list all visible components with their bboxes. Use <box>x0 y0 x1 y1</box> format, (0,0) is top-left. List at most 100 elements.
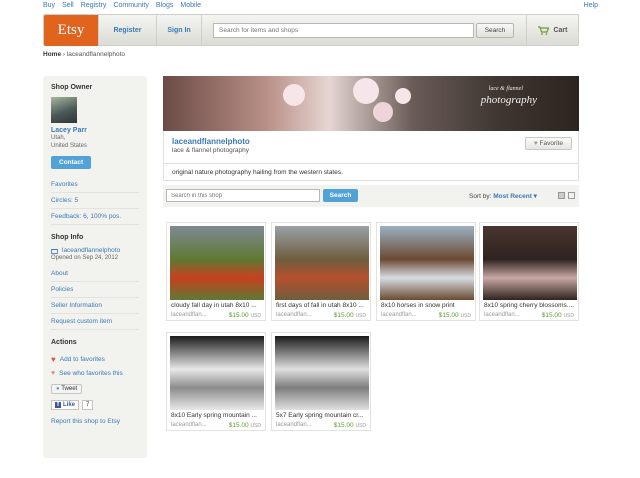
cart-button[interactable]: Cart <box>526 15 579 46</box>
policies-link[interactable]: Policies <box>51 282 139 298</box>
seller-info-link[interactable]: Seller Information <box>51 298 139 314</box>
report-shop-link[interactable]: Report this shop to Etsy <box>51 414 139 429</box>
shop-opened-date: Opened on Sep 24, 2012 <box>51 255 119 261</box>
see-who-favorites[interactable]: ♥ See who favorites this <box>51 367 139 380</box>
sort-value[interactable]: Most Recent ▾ <box>493 193 537 200</box>
like-label: Like <box>63 402 76 408</box>
listing-card[interactable]: 8x10 Early spring mountain ... laceandfl… <box>166 332 266 431</box>
like-button[interactable]: f Like <box>51 400 80 410</box>
listing-card[interactable]: 8x10 spring cherry blossoms.... laceandf… <box>479 222 579 321</box>
contact-button[interactable]: Contact <box>51 156 92 169</box>
shop-search-input[interactable] <box>166 189 320 202</box>
sort-control[interactable]: Sort by: Most Recent ▾ <box>469 192 537 200</box>
listing-thumbnail[interactable] <box>275 336 369 410</box>
shop-search-button[interactable]: Search <box>323 189 358 202</box>
bird-icon: ● <box>56 386 60 392</box>
listing-price: $15.00 USD <box>439 312 471 319</box>
favorite-label: Favorite <box>539 140 563 147</box>
listing-thumbnail[interactable] <box>275 226 369 300</box>
listing-shop[interactable]: laceandflan... <box>276 312 312 318</box>
listing-title[interactable]: first days of fall in utah 8x10 ... <box>276 302 368 309</box>
listing-price-value: $15.00 <box>333 312 354 319</box>
blossom-shape <box>353 78 379 104</box>
nav-community[interactable]: Community <box>113 2 148 9</box>
listing-thumbnail[interactable] <box>380 226 474 300</box>
shop-banner: lace & flannel photography <box>163 76 579 131</box>
listing-card[interactable]: first days of fall in utah 8x10 ... lace… <box>271 222 371 321</box>
shop-owner-heading: Shop Owner <box>51 84 93 91</box>
listing-title[interactable]: 8x10 horses in snow print <box>381 302 473 309</box>
heart-outline-icon: ♥ <box>533 140 538 147</box>
listing-title[interactable]: cloudy fall day in utah 8x10 ... <box>171 302 263 309</box>
listing-price: $15.00 USD <box>334 422 366 429</box>
site-header: Etsy Register Sign In Search Cart <box>43 14 579 46</box>
hearts-icon: ♥ <box>51 370 56 377</box>
shop-header: laceandflannelphoto lace & flannel photo… <box>163 131 579 164</box>
view-toggles <box>558 192 575 199</box>
etsy-logo[interactable]: Etsy <box>44 15 98 46</box>
see-who-favorites-label: See who favorites this <box>59 370 123 377</box>
breadcrumb-home[interactable]: Home <box>43 51 61 58</box>
listing-price-value: $15.00 <box>333 422 354 429</box>
listing-thumbnail[interactable] <box>483 226 577 300</box>
listing-shop[interactable]: laceandflan... <box>171 312 207 318</box>
listing-currency: USD <box>250 313 261 319</box>
listing-currency: USD <box>563 313 574 319</box>
shop-toolbar: Search Sort by: Most Recent ▾ <box>163 185 579 207</box>
shop-name[interactable]: laceandflannelphoto <box>172 137 570 146</box>
search-input[interactable] <box>213 23 474 38</box>
feedback-link[interactable]: Feedback: 6, 100% pos. <box>51 209 139 225</box>
listing-currency: USD <box>460 313 471 319</box>
owner-links: Favorites Circles: 5 Feedback: 6, 100% p… <box>51 177 139 225</box>
shop-tagline: lace & flannel photography <box>172 147 249 154</box>
listing-card[interactable]: 5x7 Early spring mountain cr... laceandf… <box>271 332 371 431</box>
listing-price: $15.00 USD <box>229 312 261 319</box>
about-link[interactable]: About <box>51 266 139 282</box>
blossom-shape <box>373 102 393 122</box>
actions-section: Actions ♥ Add to favorites ♥ See who fav… <box>51 339 139 429</box>
tweet-label: Tweet <box>61 386 78 392</box>
listing-title[interactable]: 5x7 Early spring mountain cr... <box>276 412 368 419</box>
owner-name[interactable]: Lacey Parr <box>51 127 139 134</box>
listing-currency: USD <box>355 423 366 429</box>
nav-buy[interactable]: Buy <box>43 2 55 9</box>
listing-thumbnail[interactable] <box>170 226 264 300</box>
help-link[interactable]: Help <box>584 2 598 9</box>
listing-shop[interactable]: laceandflan... <box>276 422 312 428</box>
owner-location-region: Utah, <box>51 135 66 141</box>
listing-thumbnail[interactable] <box>170 336 264 410</box>
tweet-button[interactable]: ● Tweet <box>51 384 83 394</box>
search-button[interactable]: Search <box>476 23 514 38</box>
shop-info-links: About Policies Seller Information Reques… <box>51 266 139 330</box>
register-button[interactable]: Register <box>98 15 156 46</box>
circles-link[interactable]: Circles: 5 <box>51 193 139 209</box>
favorites-link[interactable]: Favorites <box>51 177 139 193</box>
blossom-shape <box>395 88 411 104</box>
listing-card[interactable]: 8x10 horses in snow print laceandflan...… <box>376 222 476 321</box>
listing-shop[interactable]: laceandflan... <box>171 422 207 428</box>
favorite-shop-button[interactable]: ♥ Favorite <box>524 137 572 150</box>
signin-button[interactable]: Sign In <box>156 15 202 46</box>
listing-title[interactable]: 8x10 spring cherry blossoms.... <box>484 302 576 309</box>
grid-view-icon[interactable] <box>558 192 565 199</box>
nav-registry[interactable]: Registry <box>81 2 107 9</box>
listing-shop[interactable]: laceandflan... <box>381 312 417 318</box>
nav-blogs[interactable]: Blogs <box>156 2 174 9</box>
add-to-favorites[interactable]: ♥ Add to favorites <box>51 352 139 367</box>
listing-card[interactable]: cloudy fall day in utah 8x10 ... laceand… <box>166 222 266 321</box>
listing-price: $15.00 USD <box>229 422 261 429</box>
listing-price: $15.00 USD <box>334 312 366 319</box>
listing-price-value: $15.00 <box>541 312 562 319</box>
breadcrumb-shop[interactable]: laceandflannelphoto <box>67 51 125 58</box>
request-custom-link[interactable]: Request custom item <box>51 314 139 330</box>
shop-info-name[interactable]: laceandflannelphoto <box>51 247 139 254</box>
nav-sell[interactable]: Sell <box>62 2 74 9</box>
avatar[interactable] <box>51 97 77 123</box>
like-count: 7 <box>82 400 94 410</box>
shop-info-heading: Shop Info <box>51 234 84 241</box>
listing-title[interactable]: 8x10 Early spring mountain ... <box>171 412 263 419</box>
nav-mobile[interactable]: Mobile <box>180 2 201 9</box>
listing-shop[interactable]: laceandflan... <box>484 312 520 318</box>
listing-price-value: $15.00 <box>228 312 249 319</box>
list-view-icon[interactable] <box>568 192 575 199</box>
